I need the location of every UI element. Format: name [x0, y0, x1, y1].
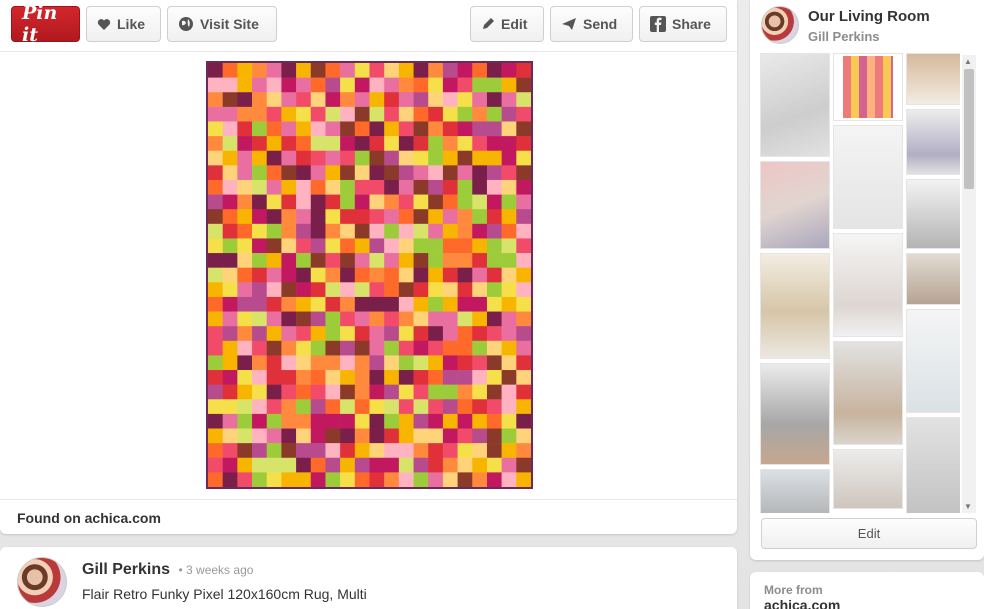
edit-button[interactable]: Edit: [470, 6, 544, 42]
paper-plane-icon: [561, 17, 577, 31]
board-owner[interactable]: Gill Perkins: [808, 29, 880, 44]
board-scrollbar[interactable]: ▲ ▼: [962, 55, 976, 513]
board-thumbnail[interactable]: [760, 363, 830, 465]
board-thumbnail[interactable]: [833, 341, 903, 445]
pencil-icon: [481, 17, 495, 31]
thumb-column: [760, 53, 830, 513]
heart-icon: [97, 18, 111, 31]
scrollbar-thumb[interactable]: [964, 69, 974, 189]
share-button[interactable]: Share: [639, 6, 727, 42]
author-name[interactable]: Gill Perkins: [82, 561, 170, 578]
pin-card: Pin it Like Visit Site Edit Send Share F…: [0, 0, 737, 534]
pin-toolbar: Pin it Like Visit Site Edit Send Share: [0, 0, 737, 52]
pin-it-label: Pin it: [22, 2, 58, 46]
send-button[interactable]: Send: [550, 6, 633, 42]
like-button[interactable]: Like: [86, 6, 161, 42]
avatar[interactable]: [17, 557, 67, 607]
like-label: Like: [117, 16, 146, 32]
board-title[interactable]: Our Living Room: [808, 8, 930, 25]
pin-it-button[interactable]: Pin it: [11, 2, 80, 46]
pin-description: Flair Retro Funky Pixel 120x160cm Rug, M…: [82, 586, 367, 602]
board-thumbnail[interactable]: [760, 253, 830, 359]
board-thumbnail[interactable]: [833, 233, 903, 337]
board-thumbnail[interactable]: [760, 161, 830, 249]
globe-icon: [178, 16, 194, 32]
board-thumbnail[interactable]: [906, 253, 960, 305]
board-thumbnail[interactable]: [906, 417, 960, 513]
more-from-site[interactable]: achica.com: [764, 597, 840, 609]
board-thumbnail[interactable]: [760, 469, 830, 513]
pin-description-card: Gill Perkins • 3 weeks ago Flair Retro F…: [0, 547, 737, 609]
board-thumbnail[interactable]: [833, 53, 903, 121]
thumb-column: [906, 53, 960, 513]
timestamp: • 3 weeks ago: [178, 563, 254, 577]
board-thumbnail[interactable]: [833, 125, 903, 229]
scroll-down-icon[interactable]: ▼: [964, 502, 972, 511]
thumb-column: [833, 53, 903, 513]
more-from-label: More from: [764, 583, 823, 597]
board-thumbnail[interactable]: [906, 309, 960, 413]
board-thumbnails: [760, 53, 960, 513]
board-thumbnail[interactable]: [906, 109, 960, 175]
share-label: Share: [672, 16, 711, 32]
board-thumbnail[interactable]: [906, 179, 960, 249]
board-thumbnail[interactable]: [833, 449, 903, 509]
board-edit-button[interactable]: Edit: [761, 518, 977, 549]
author-line: Gill Perkins • 3 weeks ago: [82, 561, 253, 579]
pixel-rug-image: [206, 61, 533, 489]
send-label: Send: [583, 16, 618, 32]
board-panel: Our Living Room Gill Perkins ▲ ▼ Edit: [750, 0, 984, 560]
board-thumbnail[interactable]: [760, 53, 830, 157]
facebook-icon: [650, 16, 666, 32]
found-on-text[interactable]: Found on achica.com: [0, 499, 737, 534]
visit-site-button[interactable]: Visit Site: [167, 6, 277, 42]
board-thumbnail[interactable]: [906, 53, 960, 105]
pin-image[interactable]: [146, 53, 593, 499]
scroll-up-icon[interactable]: ▲: [964, 57, 972, 66]
board-owner-avatar[interactable]: [761, 6, 799, 44]
more-from-card: More from achica.com: [750, 572, 984, 609]
visit-site-label: Visit Site: [200, 16, 259, 32]
edit-label: Edit: [501, 16, 528, 32]
